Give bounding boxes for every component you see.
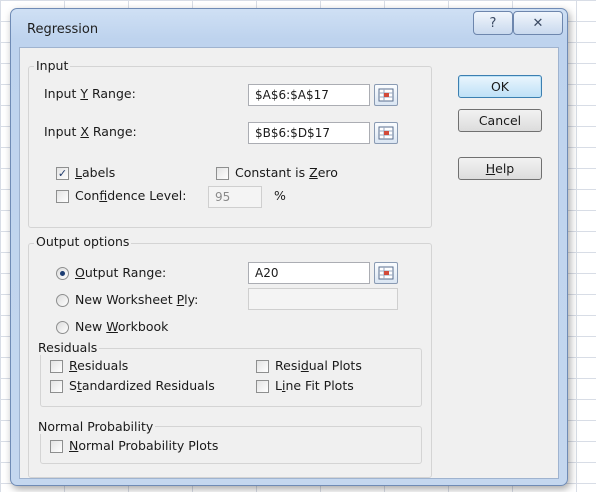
new-worksheet-ply-radio[interactable]: [56, 294, 69, 307]
check-icon: ✓: [57, 167, 68, 180]
range-select-icon: [378, 266, 394, 280]
dialog-client-area: Input Input Y Range: $A$6:$A$17 Input X …: [19, 47, 559, 479]
normal-probability-plots-label: Normal Probability Plots: [69, 438, 219, 453]
input-group-label: Input: [34, 58, 71, 73]
standardized-residuals-label: Standardized Residuals: [69, 378, 215, 393]
new-worksheet-ply-label: New Worksheet Ply:: [75, 292, 199, 307]
output-range-radio[interactable]: [56, 267, 69, 280]
line-fit-plots-label: Line Fit Plots: [275, 378, 354, 393]
residuals-checkbox[interactable]: [50, 360, 63, 373]
line-fit-plots-checkbox[interactable]: [256, 380, 269, 393]
confidence-percent-label: %: [274, 188, 286, 203]
output-range-collapse-button[interactable]: [374, 262, 398, 284]
ok-button[interactable]: OK: [458, 75, 542, 98]
titlebar-help-button[interactable]: ?: [473, 11, 513, 35]
input-y-range-field[interactable]: $A$6:$A$17: [248, 84, 370, 106]
dialog-title: Regression: [27, 22, 99, 37]
range-select-icon: [378, 88, 394, 102]
residuals-label: Residuals: [69, 358, 129, 373]
new-workbook-radio[interactable]: [56, 321, 69, 334]
residuals-group-label: Residuals: [36, 340, 100, 355]
close-icon: ✕: [532, 15, 544, 31]
input-y-range-label: Input Y Range:: [44, 86, 136, 101]
radio-selected-dot: [60, 271, 65, 276]
titlebar-close-button[interactable]: ✕: [513, 11, 563, 35]
input-y-range-collapse-button[interactable]: [374, 84, 398, 106]
residual-plots-label: Residual Plots: [275, 358, 362, 373]
help-button[interactable]: Help: [458, 157, 542, 180]
residual-plots-checkbox[interactable]: [256, 360, 269, 373]
input-x-range-collapse-button[interactable]: [374, 122, 398, 144]
confidence-level-field[interactable]: 95: [208, 186, 262, 208]
constant-zero-label: Constant is Zero: [235, 165, 338, 180]
constant-zero-checkbox[interactable]: [216, 167, 229, 180]
range-select-icon: [378, 126, 394, 140]
regression-dialog: Regression ? ✕ Input Input Y Range: $A$6…: [10, 8, 568, 486]
output-options-label: Output options: [34, 234, 132, 249]
input-x-range-field[interactable]: $B$6:$D$17: [248, 122, 370, 144]
normal-probability-plots-checkbox[interactable]: [50, 440, 63, 453]
confidence-level-label: Confidence Level:: [75, 188, 187, 203]
confidence-level-checkbox[interactable]: [56, 190, 69, 203]
normal-probability-group-label: Normal Probability: [36, 419, 156, 434]
output-range-label: Output Range:: [75, 265, 167, 280]
question-mark-icon: ?: [489, 15, 497, 31]
labels-checkbox[interactable]: ✓: [56, 167, 69, 180]
new-worksheet-ply-field[interactable]: [248, 288, 398, 310]
input-x-range-label: Input X Range:: [44, 124, 137, 139]
title-bar: Regression ? ✕: [11, 9, 567, 45]
cancel-button[interactable]: Cancel: [458, 109, 542, 132]
new-workbook-label: New Workbook: [75, 319, 169, 334]
output-range-field[interactable]: A20: [248, 262, 370, 284]
standardized-residuals-checkbox[interactable]: [50, 380, 63, 393]
labels-checkbox-label: Labels: [75, 165, 116, 180]
